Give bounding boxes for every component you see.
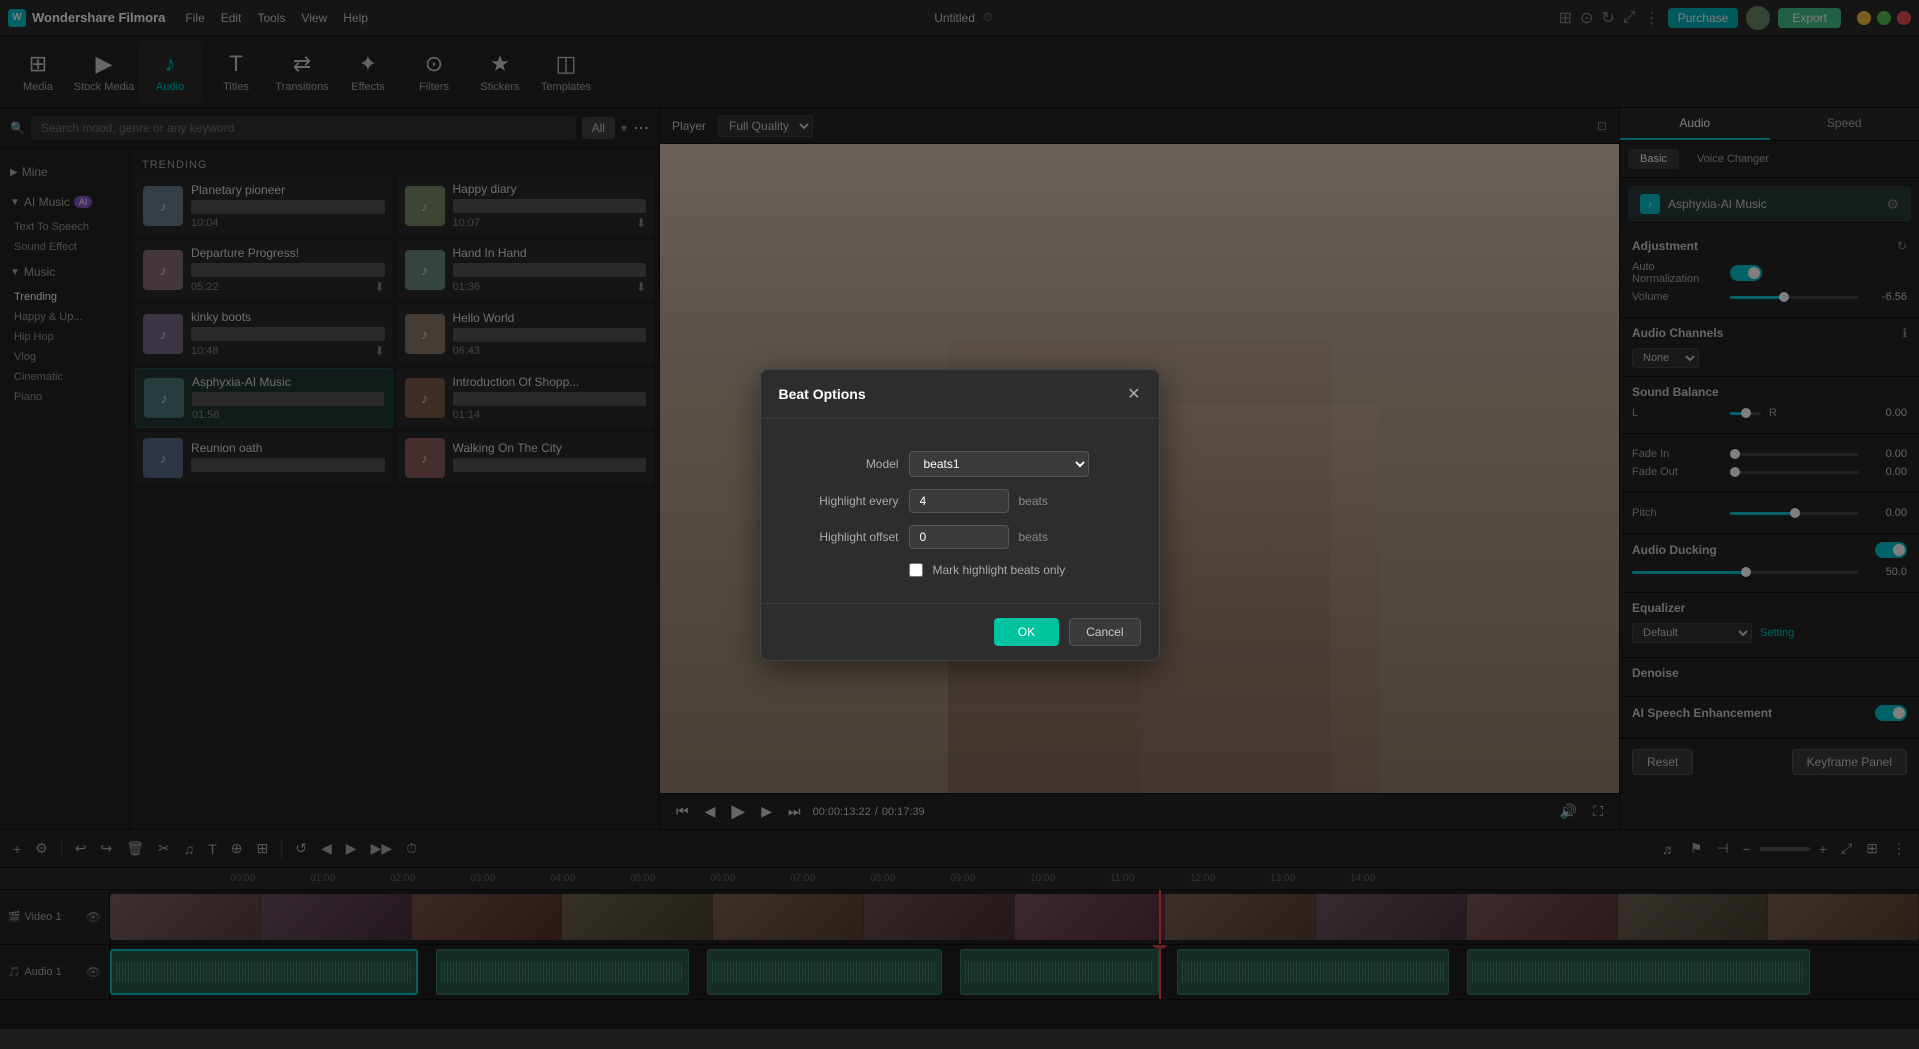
highlight-every-unit: beats (1019, 494, 1048, 508)
highlight-every-label: Highlight every (779, 494, 899, 508)
mark-highlight-label: Mark highlight beats only (933, 563, 1066, 577)
modal-footer: OK Cancel (761, 603, 1159, 660)
highlight-every-row: Highlight every 4 beats (779, 489, 1141, 513)
modal-overlay: Beat Options ✕ Model beats1 beats2 Highl… (0, 0, 1919, 1029)
mark-highlight-row: Mark highlight beats only (909, 563, 1141, 577)
highlight-every-input[interactable]: 4 (909, 489, 1009, 513)
modal-cancel-button[interactable]: Cancel (1069, 618, 1140, 646)
modal-title: Beat Options (779, 386, 866, 402)
model-row: Model beats1 beats2 (779, 451, 1141, 477)
model-label: Model (779, 457, 899, 471)
mark-highlight-checkbox[interactable] (909, 563, 923, 577)
beat-options-modal: Beat Options ✕ Model beats1 beats2 Highl… (760, 369, 1160, 661)
highlight-offset-input[interactable]: 0 (909, 525, 1009, 549)
model-select[interactable]: beats1 beats2 (909, 451, 1089, 477)
highlight-offset-unit: beats (1019, 530, 1048, 544)
modal-close-button[interactable]: ✕ (1127, 384, 1140, 404)
modal-header: Beat Options ✕ (761, 370, 1159, 419)
modal-body: Model beats1 beats2 Highlight every 4 be… (761, 419, 1159, 603)
highlight-offset-label: Highlight offset (779, 530, 899, 544)
modal-ok-button[interactable]: OK (994, 618, 1059, 646)
highlight-offset-row: Highlight offset 0 beats (779, 525, 1141, 549)
